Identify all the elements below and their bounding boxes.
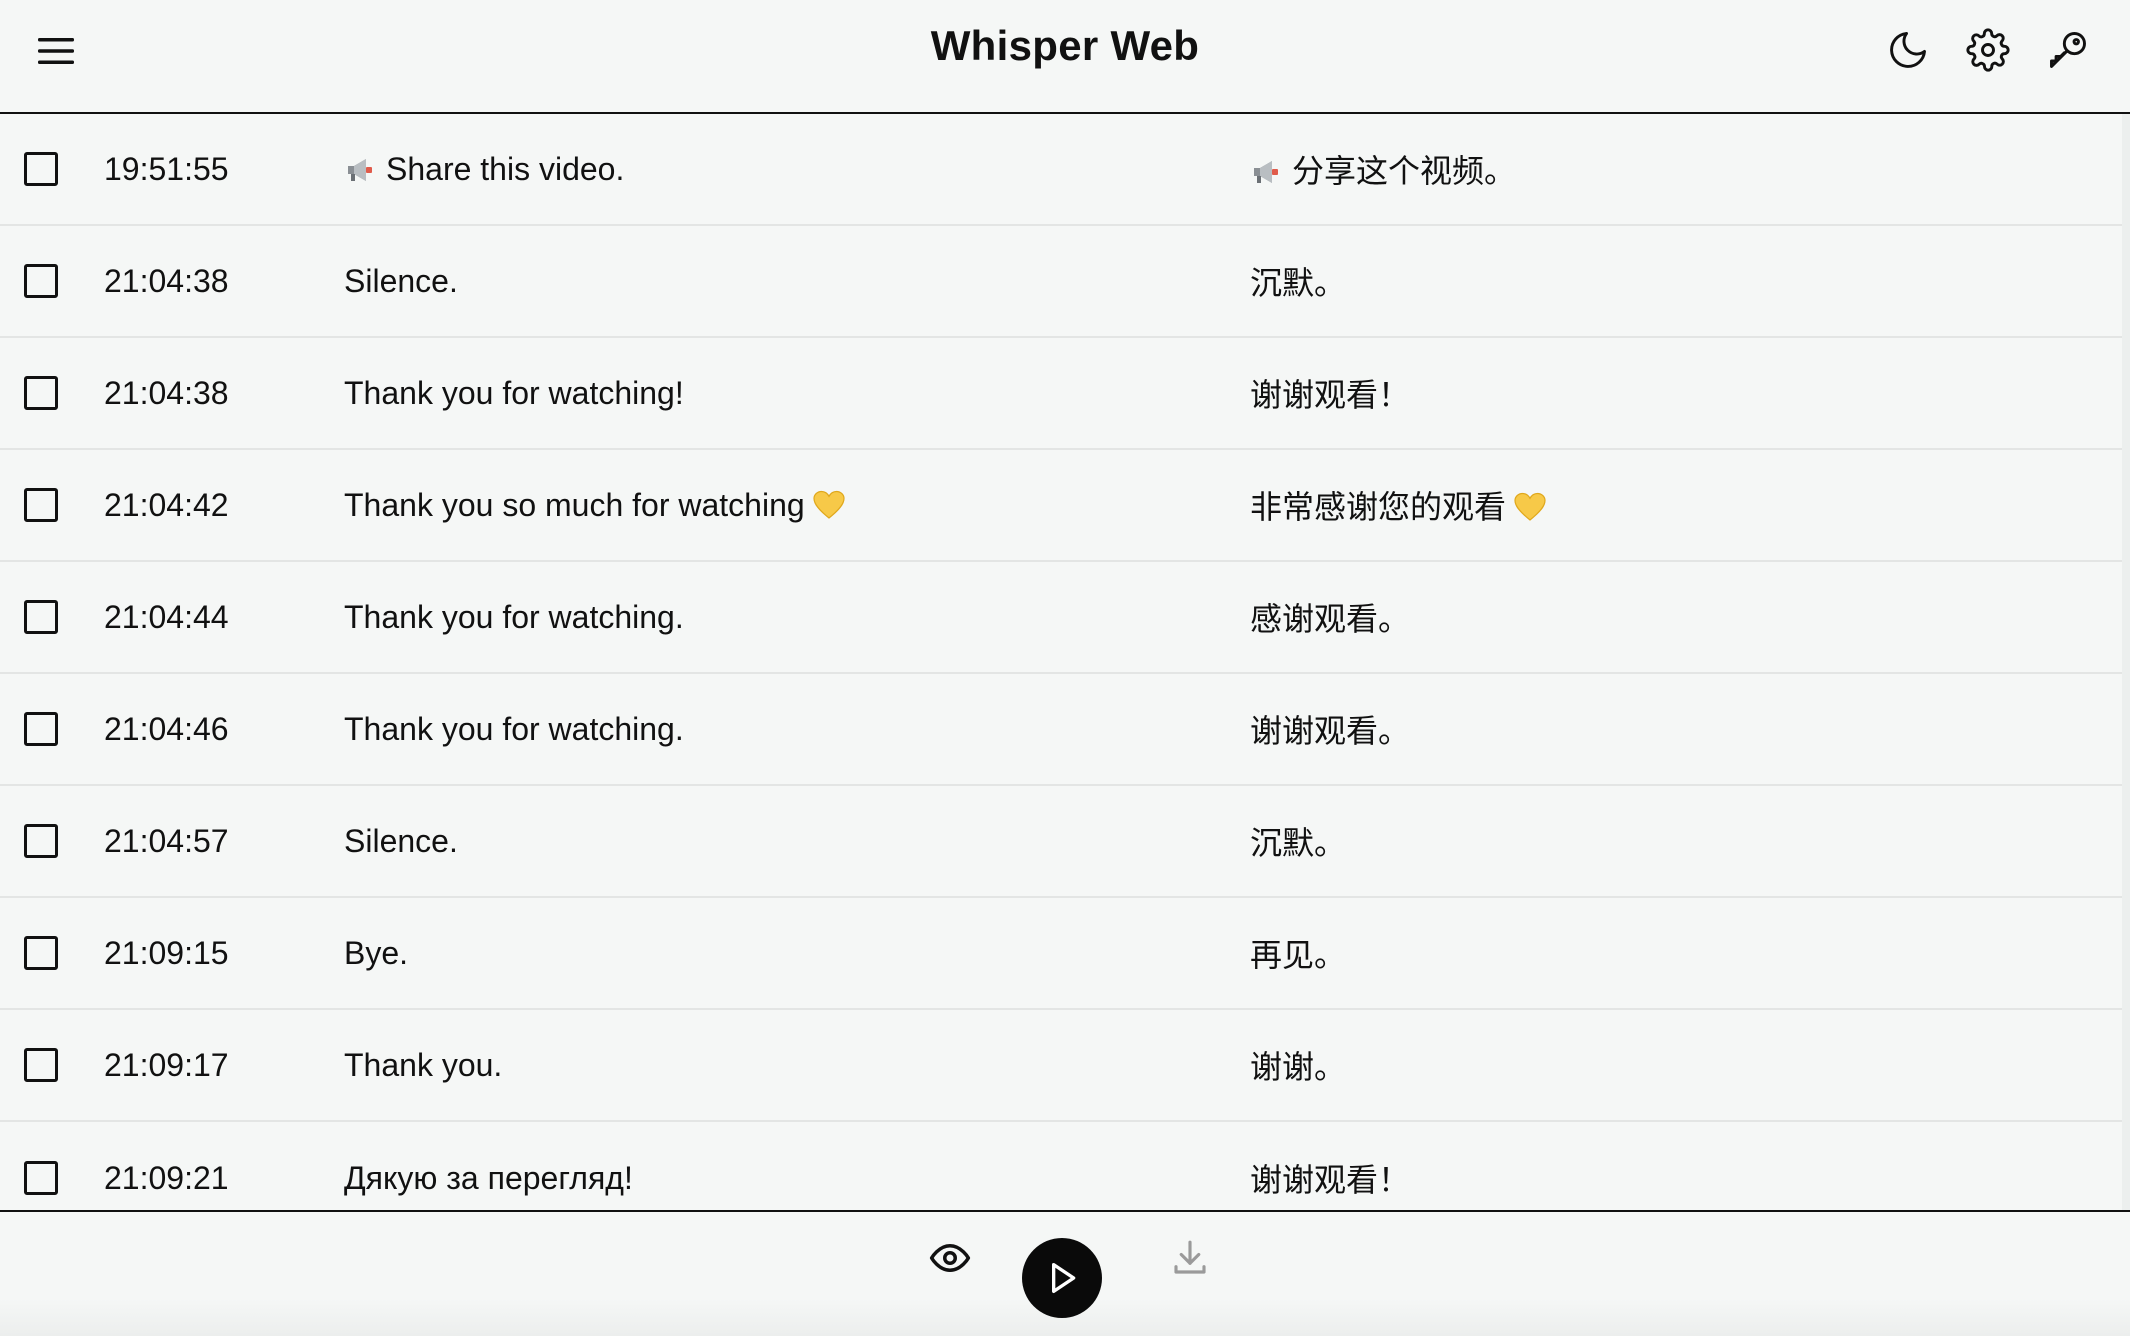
settings-button[interactable] bbox=[1964, 26, 2012, 74]
table-row: 21:09:15 Bye. 再见。 bbox=[0, 898, 2122, 1010]
timestamp-cell: 21:09:15 bbox=[104, 934, 229, 971]
header-bar: Whisper Web bbox=[0, 0, 2130, 114]
original-text-cell: Thank you. bbox=[344, 1046, 503, 1083]
row-checkbox[interactable] bbox=[24, 1161, 58, 1195]
row-checkbox[interactable] bbox=[24, 1048, 58, 1082]
dark-mode-button[interactable] bbox=[1884, 26, 1932, 74]
original-text-cell: Thank you so much for watching bbox=[344, 487, 845, 524]
table-row: 19:51:55 Share this video. 分享这个视频。 bbox=[0, 114, 2122, 226]
timestamp-cell: 21:04:44 bbox=[104, 598, 229, 635]
table-row: 21:04:57 Silence. 沉默。 bbox=[0, 786, 2122, 898]
timestamp-cell: 21:04:38 bbox=[104, 262, 229, 299]
row-checkbox[interactable] bbox=[24, 264, 58, 298]
eye-icon bbox=[929, 1244, 971, 1272]
timestamp-cell: 21:04:42 bbox=[104, 486, 229, 523]
table-row: 21:04:42 Thank you so much for watching … bbox=[0, 450, 2122, 562]
timestamp-cell: 21:09:21 bbox=[104, 1159, 229, 1196]
footer-bar bbox=[0, 1210, 2130, 1336]
original-text-cell: Thank you for watching! bbox=[344, 374, 684, 411]
translation-text-cell: 谢谢观看！ bbox=[1250, 1162, 1411, 1198]
table-row: 21:04:46 Thank you for watching. 谢谢观看。 bbox=[0, 674, 2122, 786]
translation-text: 非常感谢您的观看 bbox=[1250, 489, 1507, 525]
translation-text-cell: 沉默。 bbox=[1250, 265, 1347, 301]
translation-text-cell: 非常感谢您的观看 bbox=[1250, 482, 1546, 528]
row-checkbox[interactable] bbox=[24, 488, 58, 522]
original-text-cell: Share this video. bbox=[344, 151, 624, 188]
translation-text-cell: 沉默。 bbox=[1250, 825, 1347, 861]
api-key-button[interactable] bbox=[2044, 26, 2092, 74]
gear-icon bbox=[1966, 28, 2010, 72]
row-checkbox[interactable] bbox=[24, 152, 58, 186]
megaphone-icon bbox=[1254, 161, 1278, 183]
translation-text: 分享这个视频。 bbox=[1292, 153, 1517, 189]
timestamp-cell: 21:04:38 bbox=[104, 374, 229, 411]
toggle-visibility-button[interactable] bbox=[926, 1234, 974, 1282]
translation-text-cell: 再见。 bbox=[1250, 937, 1347, 973]
table-row: 21:04:38 Silence. 沉默。 bbox=[0, 226, 2122, 338]
translation-text-cell: 分享这个视频。 bbox=[1250, 146, 1516, 192]
header-actions bbox=[1884, 26, 2092, 74]
translation-text-cell: 感谢观看。 bbox=[1250, 601, 1411, 637]
row-checkbox[interactable] bbox=[24, 712, 58, 746]
original-text-cell: Thank you for watching. bbox=[344, 710, 684, 747]
download-button[interactable] bbox=[1166, 1234, 1214, 1282]
play-button[interactable] bbox=[1022, 1238, 1102, 1318]
moon-icon bbox=[1890, 32, 1926, 68]
download-icon bbox=[1174, 1240, 1206, 1274]
original-text: Share this video. bbox=[386, 150, 625, 187]
original-text-cell: Silence. bbox=[344, 262, 458, 299]
table-row: 21:04:44 Thank you for watching. 感谢观看。 bbox=[0, 562, 2122, 674]
table-row: 21:04:38 Thank you for watching! 谢谢观看！ bbox=[0, 338, 2122, 450]
scrollbar-track[interactable] bbox=[2122, 114, 2130, 1212]
timestamp-cell: 19:51:55 bbox=[104, 150, 229, 187]
translation-text-cell: 谢谢观看！ bbox=[1250, 377, 1411, 413]
timestamp-cell: 21:04:46 bbox=[104, 710, 229, 747]
yellow-heart-icon bbox=[1514, 492, 1546, 521]
original-text-cell: Bye. bbox=[344, 934, 409, 971]
play-icon bbox=[1052, 1263, 1076, 1293]
row-checkbox[interactable] bbox=[24, 600, 58, 634]
original-text-cell: Silence. bbox=[344, 822, 458, 859]
megaphone-icon bbox=[348, 158, 372, 181]
original-text-cell: Дякую за перегляд! bbox=[344, 1159, 633, 1196]
timestamp-cell: 21:09:17 bbox=[104, 1046, 229, 1083]
original-text: Thank you so much for watching bbox=[344, 486, 805, 523]
yellow-heart-icon bbox=[813, 490, 845, 519]
row-checkbox[interactable] bbox=[24, 824, 58, 858]
timestamp-cell: 21:04:57 bbox=[104, 822, 229, 859]
original-text-cell: Thank you for watching. bbox=[344, 598, 684, 635]
table-row: 21:09:17 Thank you. 谢谢。 bbox=[0, 1010, 2122, 1122]
app-window: Whisper Web 19:51:55 Share this video. 分… bbox=[0, 0, 2130, 1336]
translation-text-cell: 谢谢观看。 bbox=[1250, 713, 1411, 749]
row-checkbox[interactable] bbox=[24, 936, 58, 970]
page-title: Whisper Web bbox=[930, 22, 1200, 69]
key-icon bbox=[2050, 32, 2086, 68]
table-row: 21:09:21 Дякую за перегляд! 谢谢观看！ bbox=[0, 1122, 2122, 1212]
row-checkbox[interactable] bbox=[24, 376, 58, 410]
transcript-table: 19:51:55 Share this video. 分享这个视频。 21:04… bbox=[0, 114, 2122, 1212]
translation-text-cell: 谢谢。 bbox=[1250, 1049, 1347, 1085]
